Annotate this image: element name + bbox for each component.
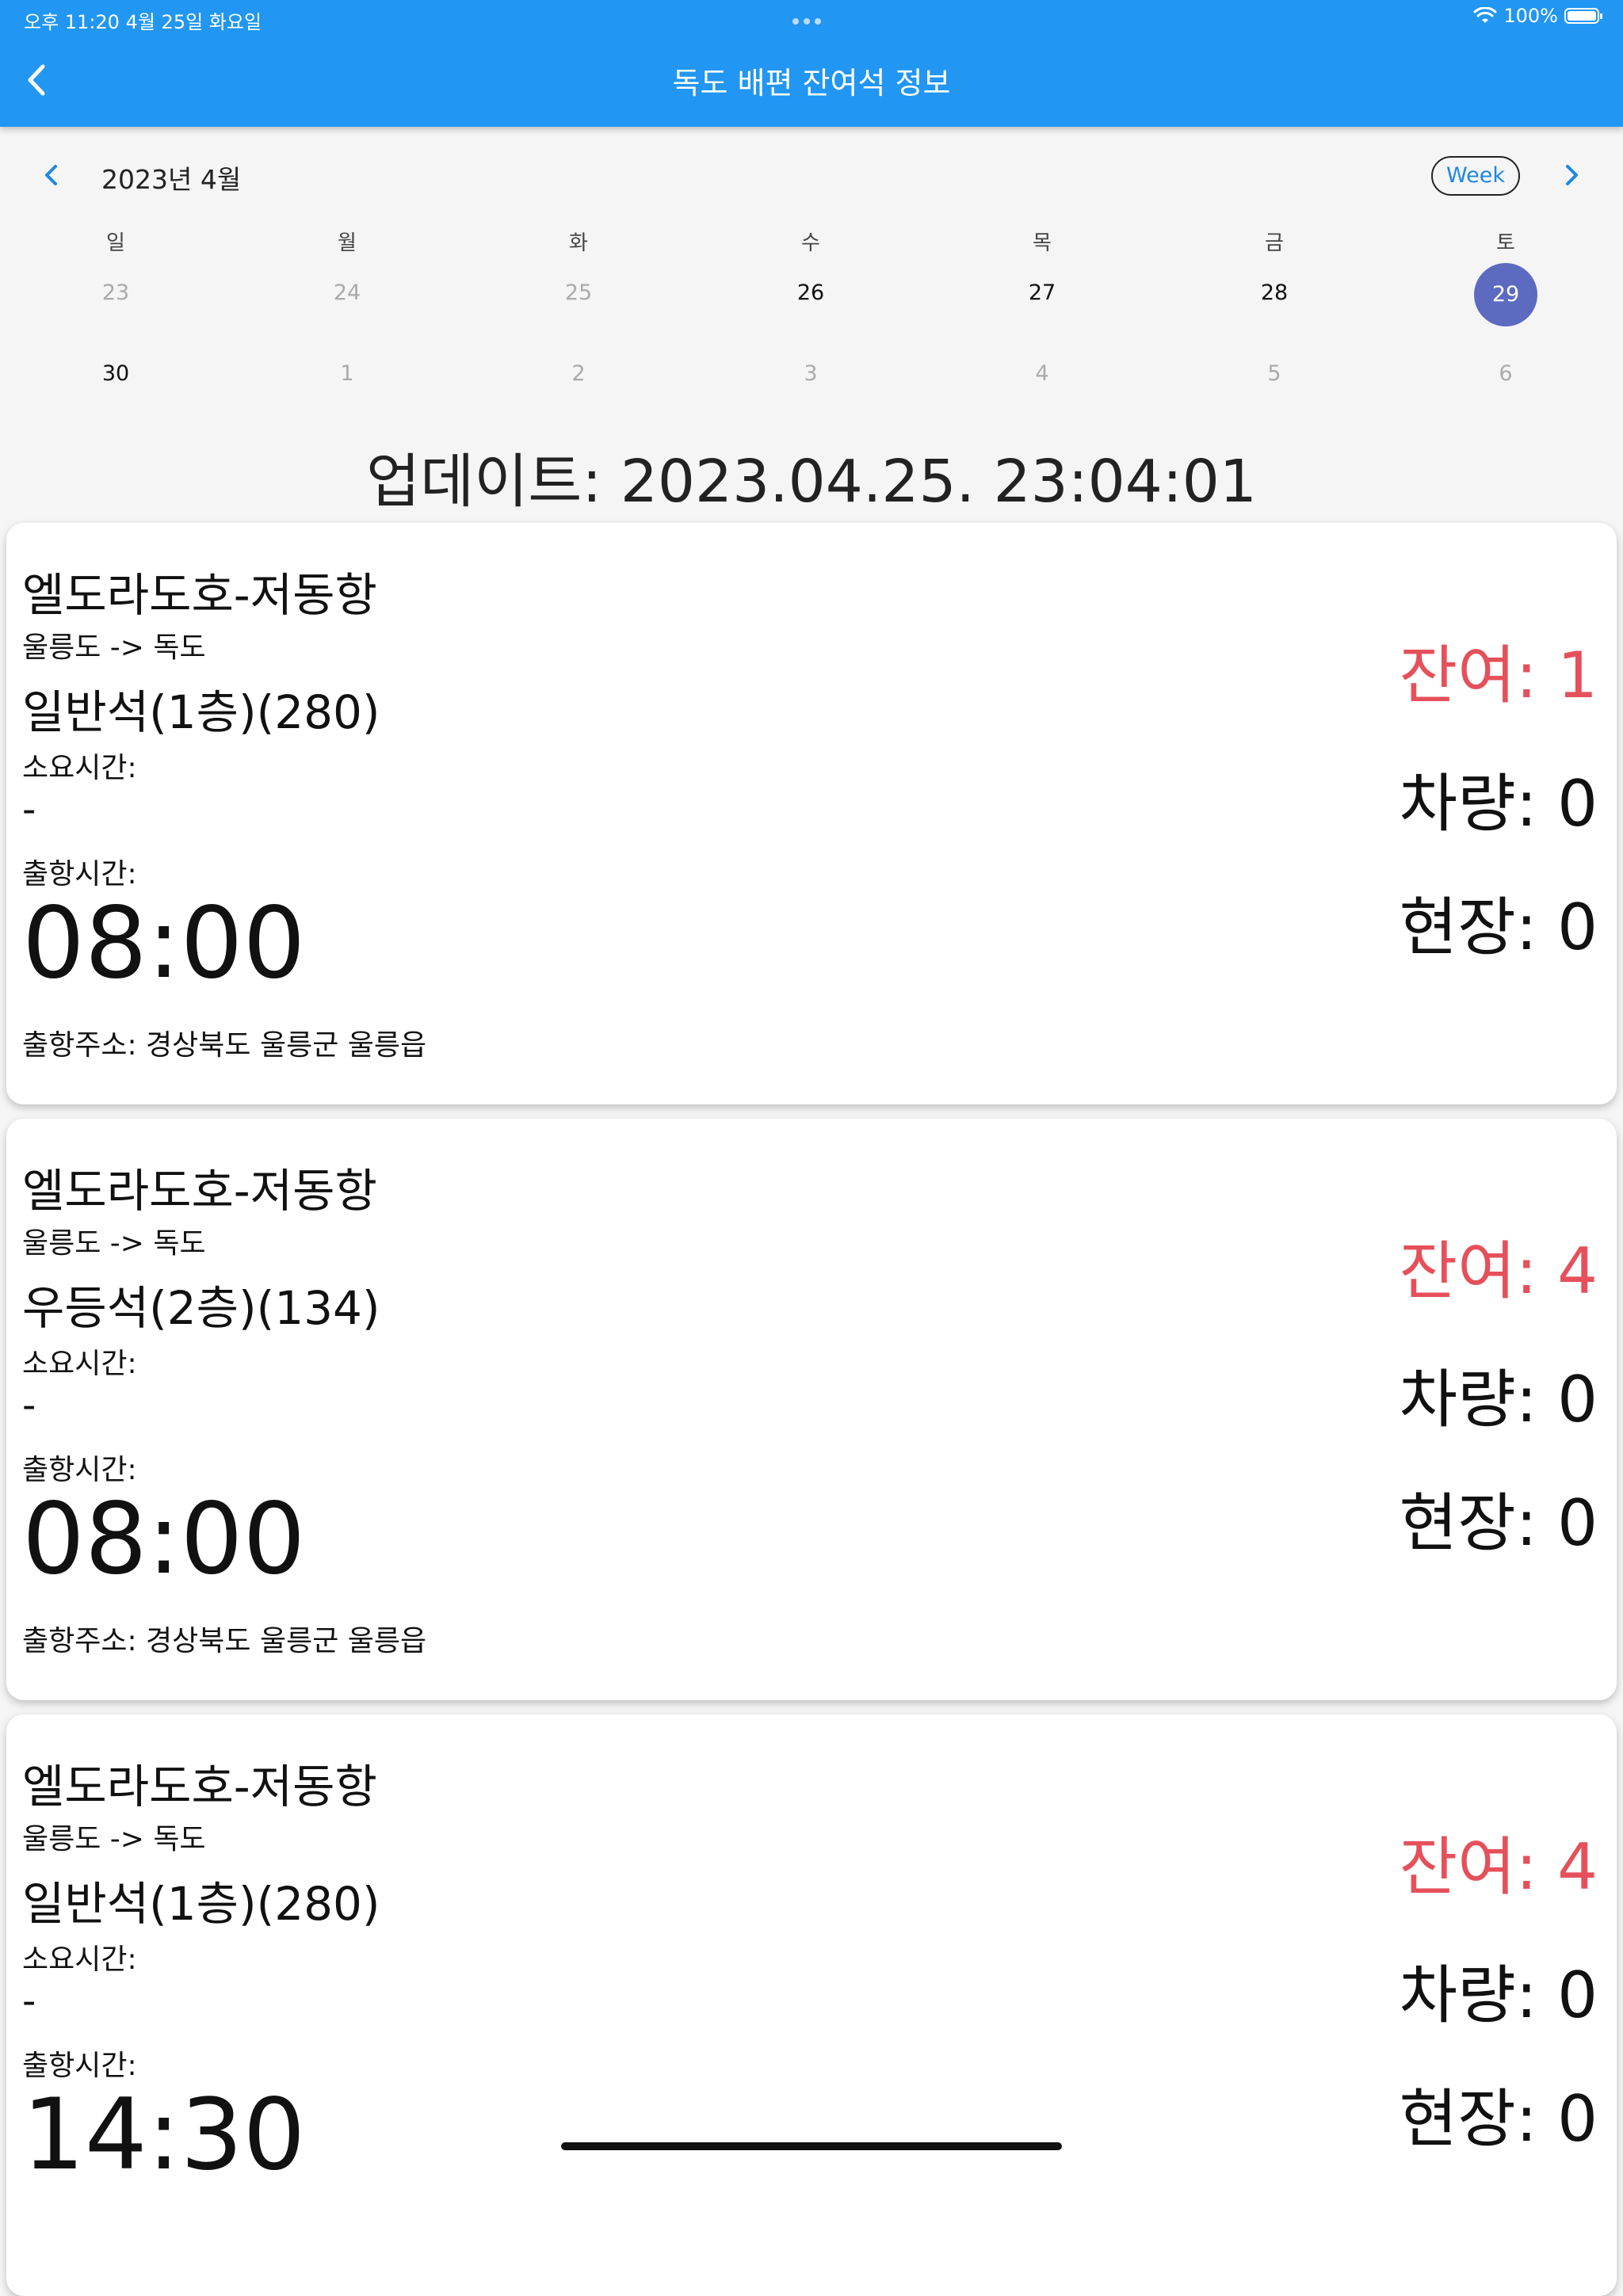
departure-time: 08:00: [22, 887, 306, 1001]
duration-label: 소요시간:: [22, 1348, 137, 1380]
dow-label: 수: [801, 231, 820, 255]
seat-class: 우등석(2층)(134): [22, 1281, 380, 1335]
onsite-count: 현장: 0: [1399, 1486, 1598, 1560]
ferry-card[interactable]: 엘도라도호-저동항 울릉도 -> 독도 일반석(1층)(280) 소요시간: -…: [6, 1714, 1617, 2296]
calendar: 2023년 4월 Week 일 월 화 수 목 금 토 23 24 25 26 …: [0, 127, 1623, 420]
calendar-day[interactable]: 4: [1010, 361, 1074, 386]
dow-label: 금: [1265, 231, 1284, 255]
departure-address: 출항주소: 경상북도 울릉군 울릉읍: [22, 1029, 427, 1062]
update-timestamp: 업데이트: 2023.04.25. 23:04:01: [366, 448, 1257, 516]
calendar-day[interactable]: 26: [779, 280, 842, 305]
vehicle-count: 차량: 0: [1399, 1363, 1598, 1436]
week-row: 30 1 2 3 4 5 6: [0, 361, 1623, 409]
calendar-day[interactable]: 5: [1243, 361, 1306, 386]
ferry-route: 울릉도 -> 독도: [22, 631, 206, 664]
ferry-route: 울릉도 -> 독도: [22, 1823, 206, 1855]
calendar-day-selected[interactable]: 29: [1474, 263, 1537, 326]
calendar-day[interactable]: 2: [547, 361, 610, 386]
dow-label: 일: [106, 231, 125, 255]
status-time: 오후 11:20 4월 25일 화요일: [24, 11, 262, 33]
calendar-day[interactable]: 30: [84, 361, 147, 386]
format-toggle-button[interactable]: Week: [1431, 156, 1520, 196]
ferry-card[interactable]: 엘도라도호-저동항 울릉도 -> 독도 우등석(2층)(134) 소요시간: -…: [6, 1119, 1617, 1700]
calendar-day[interactable]: 1: [315, 361, 379, 386]
onsite-count: 현장: 0: [1399, 2082, 1598, 2156]
remaining-seats: 잔여: 1: [1399, 639, 1598, 712]
dow-label: 토: [1496, 231, 1515, 255]
onsite-count: 현장: 0: [1399, 891, 1598, 964]
status-right: 100%: [1473, 5, 1602, 27]
calendar-day[interactable]: 28: [1243, 280, 1306, 305]
ferry-title: 엘도라도호-저동항: [22, 1164, 377, 1218]
calendar-day[interactable]: 27: [1010, 280, 1074, 305]
calendar-day[interactable]: 24: [315, 280, 379, 305]
chevron-right-icon[interactable]: [1558, 162, 1585, 189]
remaining-seats: 잔여: 4: [1399, 1830, 1598, 1904]
home-indicator[interactable]: [561, 2142, 1062, 2150]
ferry-title: 엘도라도호-저동항: [22, 1760, 377, 1814]
calendar-day[interactable]: 23: [84, 280, 147, 305]
departure-address: 출항주소: 경상북도 울릉군 울릉읍: [22, 1625, 427, 1657]
ferry-card[interactable]: 엘도라도호-저동항 울릉도 -> 독도 일반석(1층)(280) 소요시간: -…: [6, 523, 1617, 1104]
week-row: 23 24 25 26 27 28 29: [0, 263, 1623, 328]
remaining-seats: 잔여: 4: [1399, 1234, 1598, 1308]
dow-label: 목: [1033, 231, 1052, 255]
duration-value: -: [22, 788, 36, 832]
calendar-day[interactable]: 3: [779, 361, 842, 386]
multitasking-dots-icon[interactable]: [792, 13, 831, 25]
chevron-left-icon[interactable]: [38, 162, 65, 189]
duration-value: -: [22, 1383, 36, 1428]
duration-value: -: [22, 1979, 36, 2023]
page-title: 독도 배편 잔여석 정보: [672, 66, 951, 101]
ferry-title: 엘도라도호-저동항: [22, 568, 377, 622]
dow-label: 월: [338, 231, 357, 255]
departure-time: 08:00: [22, 1482, 306, 1596]
calendar-month-label: 2023년 4월: [101, 164, 242, 195]
battery-percent: 100%: [1503, 5, 1558, 27]
departure-time: 14:30: [22, 2078, 306, 2192]
duration-label: 소요시간:: [22, 752, 137, 784]
seat-class: 일반석(1층)(280): [22, 685, 380, 739]
calendar-day[interactable]: 25: [547, 280, 610, 305]
seat-class: 일반석(1층)(280): [22, 1877, 380, 1931]
ferry-route: 울릉도 -> 독도: [22, 1227, 206, 1260]
vehicle-count: 차량: 0: [1399, 1958, 1598, 2032]
duration-label: 소요시간:: [22, 1943, 137, 1976]
app-bar: 오후 11:20 4월 25일 화요일 100% 독도 배편 잔여석 정보: [0, 0, 1623, 127]
dow-label: 화: [569, 231, 588, 255]
battery-icon: [1564, 8, 1602, 24]
calendar-day[interactable]: 6: [1474, 361, 1537, 386]
wifi-icon: [1473, 7, 1497, 23]
vehicle-count: 차량: 0: [1399, 767, 1598, 841]
